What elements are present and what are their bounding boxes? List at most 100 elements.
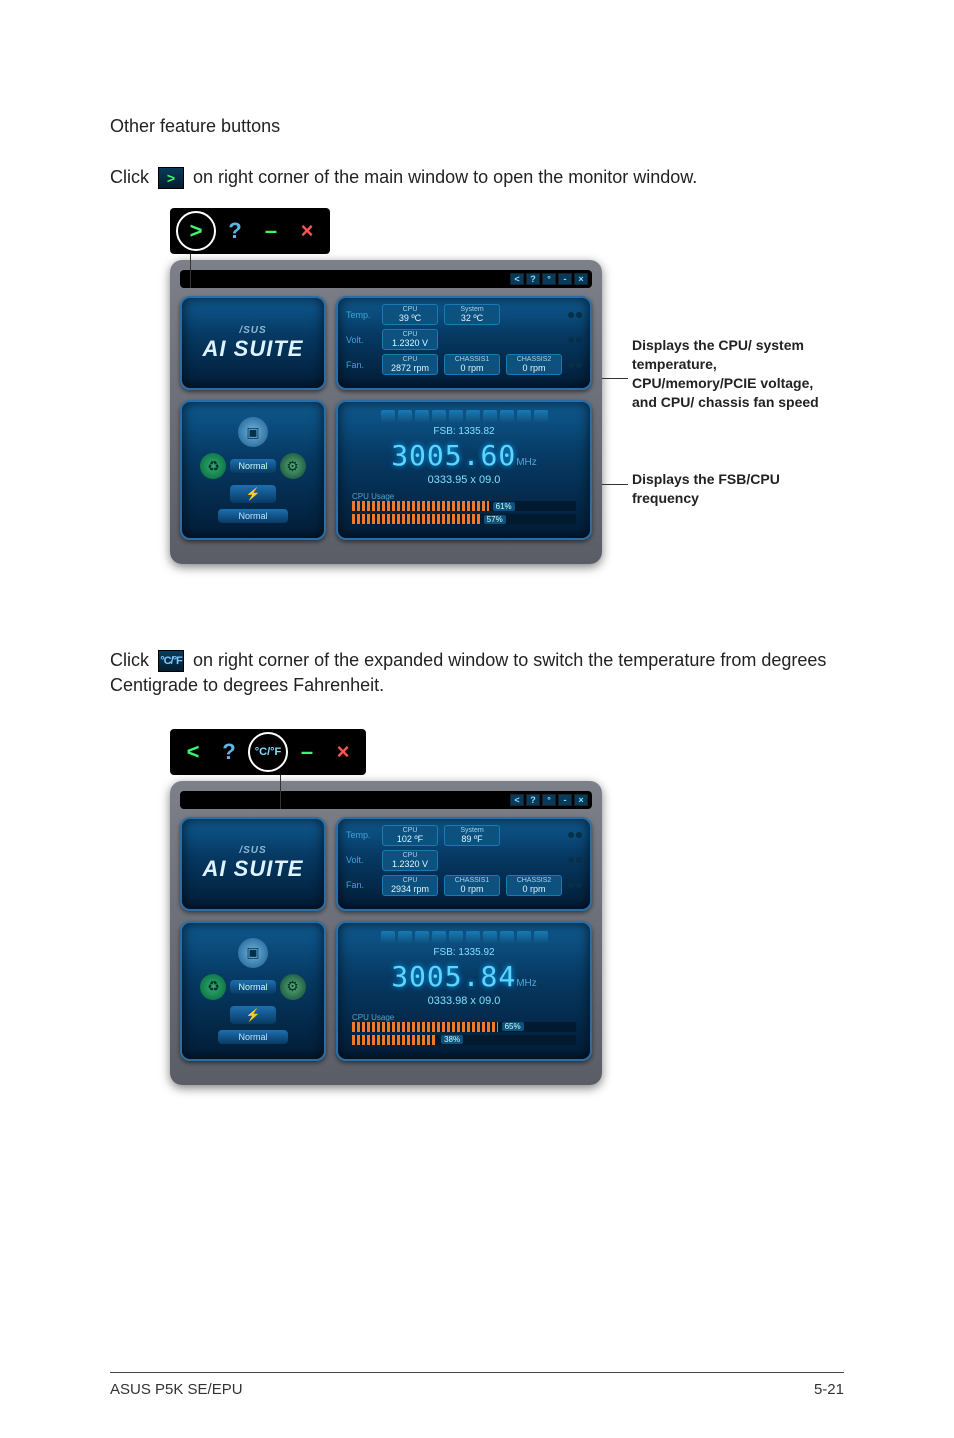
tb-minimize[interactable]: - [558,273,572,285]
suite-text: AI SUITE [203,856,304,882]
leader-line [280,775,281,809]
tb-collapse[interactable]: < [510,794,524,806]
close-button[interactable]: × [290,214,324,248]
usage-bars: 61% 57% [346,501,582,527]
nav-dot[interactable] [576,312,582,318]
volt-label: Volt. [346,855,376,865]
usage-bars: 65% 38% [346,1022,582,1048]
close-button[interactable]: × [326,735,360,769]
tb-temp-unit[interactable]: ° [542,794,556,806]
freq-squares [381,931,548,943]
usage-bar-1 [352,501,489,511]
nav-dot[interactable] [568,362,574,368]
suite-text: AI SUITE [203,336,304,362]
volt-cpu: CPU1.2320 V [382,329,438,350]
footer-right: 5-21 [814,1381,844,1398]
temp-cpu: CPU39 ºC [382,304,438,325]
logo-panel: /SUS AI SUITE [180,817,326,911]
volt-cpu: CPU1.2320 V [382,850,438,871]
instr1-pre: Click [110,167,149,187]
usage-label: CPU Usage [352,1013,394,1022]
section-heading: Other feature buttons [110,116,844,137]
fan-cpu: CPU2872 rpm [382,354,438,375]
nav-dot[interactable] [568,857,574,863]
tb-close[interactable]: × [574,273,588,285]
tb-close[interactable]: × [574,794,588,806]
temp-unit-button-highlight: °C/°F [248,732,288,772]
normal-badge: Normal [218,509,287,523]
toolbar-zoom-2: < ? °C/°F – × [170,729,366,775]
mode-right-icon[interactable]: ⚙ [280,453,306,479]
callout-monitor: Displays the CPU/ system temperature, CP… [632,336,832,412]
nav-dot[interactable] [576,832,582,838]
tb-help[interactable]: ? [526,273,540,285]
expand-button-highlight: > [176,211,216,251]
frequency-panel: FSB: 1335.82 3005.60MHz 0333.95 x 09.0 C… [336,400,592,540]
mode-label: Normal [230,980,275,994]
toolbar-zoom-1: > ? – × [170,208,330,254]
usage-bar-2 [352,1035,437,1045]
monitor-panel: Temp. CPU39 ºC System32 ºC Volt. CPU1.23… [336,296,592,390]
fan-chassis2: CHASSIS20 rpm [506,354,562,375]
minimize-button[interactable]: – [290,735,324,769]
brand-text: /SUS [239,325,266,336]
temp-label: Temp. [346,830,376,840]
cpu-freq: 3005.60MHz [391,439,537,472]
instruction-1: Click > on right corner of the main wind… [110,165,844,190]
nav-dot[interactable] [576,882,582,888]
usage-bar-1 [352,1022,498,1032]
footer-left: ASUS P5K SE/EPU [110,1381,243,1398]
leader-line [602,378,628,379]
nav-dot[interactable] [568,312,574,318]
mode-left-icon[interactable]: ♻ [200,453,226,479]
temp-system: System89 ºF [444,825,500,846]
nav-dot[interactable] [576,337,582,343]
monitor-icon[interactable]: ▣ [238,417,268,447]
temp-cpu: CPU102 ºF [382,825,438,846]
help-button[interactable]: ? [218,214,252,248]
freq-squares [381,410,548,422]
nav-dot[interactable] [576,362,582,368]
fan-label: Fan. [346,360,376,370]
tb-collapse[interactable]: < [510,273,524,285]
monitor-icon[interactable]: ▣ [238,938,268,968]
expand-icon[interactable]: > [158,167,184,189]
mode-panel: ▣ ♻ Normal ⚙ ⚡ Normal [180,921,326,1061]
bolt-icon[interactable]: ⚡ [230,485,276,503]
ai-suite-window: < ? ° - × /SUS AI SUITE ▣ ♻ Normal [170,260,602,564]
mode-left-icon[interactable]: ♻ [200,974,226,1000]
mode-wheel[interactable]: ♻ Normal ⚙ [200,974,305,1000]
usage-bar-2 [352,514,480,524]
nav-dot[interactable] [568,832,574,838]
leader-line [190,254,191,288]
temp-label: Temp. [346,310,376,320]
leader-line [602,484,628,485]
nav-dot[interactable] [568,882,574,888]
bolt-icon[interactable]: ⚡ [230,1006,276,1024]
mode-label: Normal [230,459,275,473]
instr2-post: on right corner of the expanded window t… [110,650,826,695]
fan-cpu: CPU2934 rpm [382,875,438,896]
volt-label: Volt. [346,335,376,345]
tb-minimize[interactable]: - [558,794,572,806]
instruction-2: Click °C/°F on right corner of the expan… [110,648,844,698]
minimize-button[interactable]: – [254,214,288,248]
nav-dot[interactable] [568,337,574,343]
mode-right-icon[interactable]: ⚙ [280,974,306,1000]
temp-unit-button[interactable]: °C/°F [251,735,285,769]
help-button[interactable]: ? [212,735,246,769]
expand-button[interactable]: > [179,214,213,248]
ai-suite-window: < ? ° - × /SUS AI SUITE ▣ ♻ Normal [170,781,602,1085]
tb-help[interactable]: ? [526,794,540,806]
window-titlebar: < ? ° - × [180,270,592,288]
window-titlebar: < ? ° - × [180,791,592,809]
nav-dot[interactable] [576,857,582,863]
temp-unit-icon[interactable]: °C/°F [158,650,184,672]
mode-wheel[interactable]: ♻ Normal ⚙ [200,453,305,479]
tb-temp-unit[interactable]: ° [542,273,556,285]
fsb-value: FSB: 1335.92 [433,947,494,958]
page-footer: ASUS P5K SE/EPU 5-21 [110,1372,844,1398]
multiplier: 0333.95 x 09.0 [428,474,501,486]
collapse-button[interactable]: < [176,735,210,769]
multiplier: 0333.98 x 09.0 [428,995,501,1007]
